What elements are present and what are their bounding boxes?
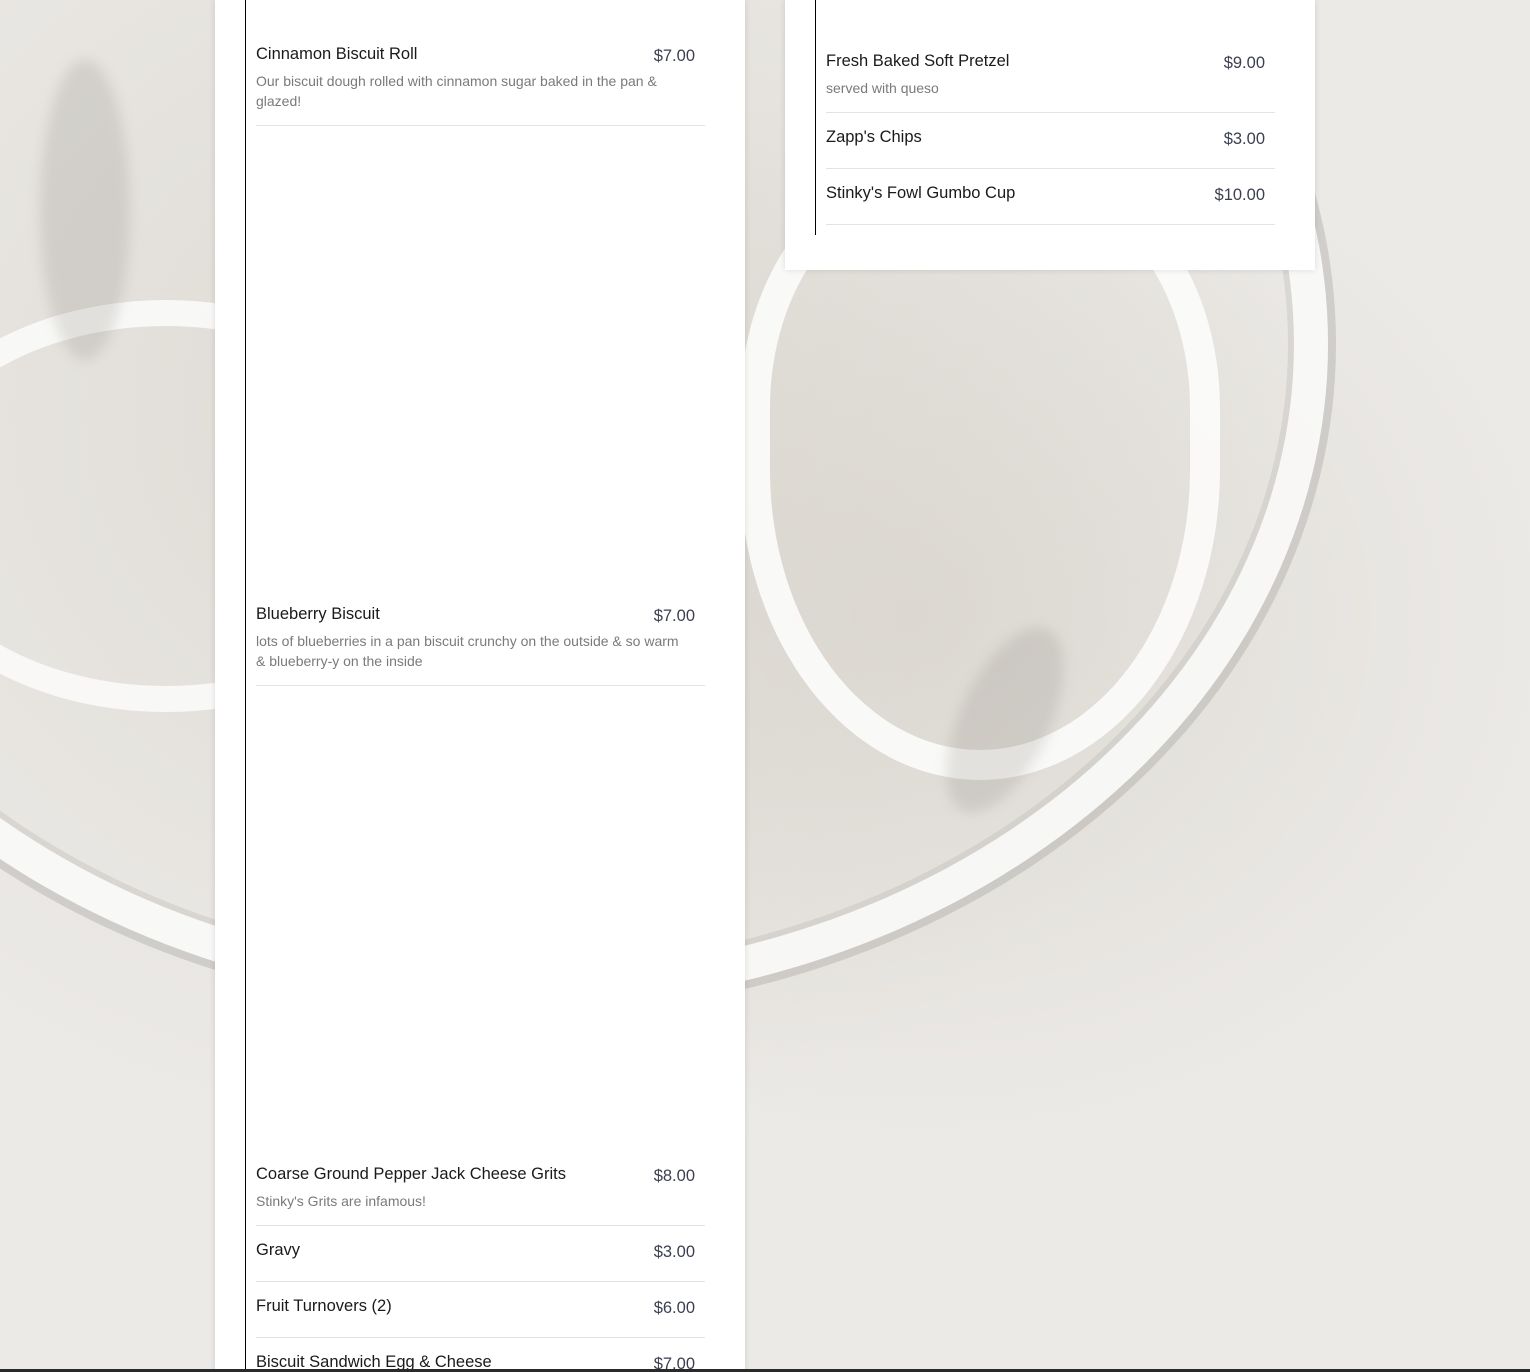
menu-item-price: $3.00: [1223, 130, 1265, 148]
menu-item[interactable]: Gravy $3.00: [256, 1241, 705, 1282]
menu-item-price: $3.00: [653, 1243, 695, 1261]
menu-item[interactable]: Coarse Ground Pepper Jack Cheese Grits $…: [256, 1165, 705, 1226]
menu-item-name: Fruit Turnovers (2): [256, 1297, 392, 1315]
menu-item[interactable]: Fresh Baked Soft Pretzel $9.00 served wi…: [826, 52, 1275, 113]
menu-item-name: Blueberry Biscuit: [256, 605, 380, 623]
menu-item-description: served with queso: [826, 80, 939, 96]
menu-item-price: $8.00: [653, 1167, 695, 1185]
menu-item-price: $9.00: [1223, 54, 1265, 72]
menu-item-price: $7.00: [653, 607, 695, 625]
menu-item[interactable]: Blueberry Biscuit $7.00 lots of blueberr…: [256, 605, 705, 686]
menu-item-name: Fresh Baked Soft Pretzel: [826, 52, 1010, 70]
menu-item[interactable]: Fruit Turnovers (2) $6.00: [256, 1297, 705, 1338]
background-smudge: [40, 60, 130, 360]
menu-item-price: $10.00: [1214, 186, 1265, 204]
menu-item-price: $7.00: [653, 47, 695, 65]
menu-item-price: $6.00: [653, 1299, 695, 1317]
menu-item-name: Zapp's Chips: [826, 128, 922, 146]
menu-item-name: Stinky's Fowl Gumbo Cup: [826, 184, 1016, 202]
menu-item-name: Coarse Ground Pepper Jack Cheese Grits: [256, 1165, 566, 1183]
menu-item-description: lots of blueberries in a pan biscuit cru…: [256, 633, 679, 669]
menu-item[interactable]: Zapp's Chips $3.00: [826, 128, 1275, 169]
menu-panel-left: Cinnamon Biscuit Roll $7.00 Our biscuit …: [215, 0, 745, 1372]
menu-panel-right: Fresh Baked Soft Pretzel $9.00 served wi…: [785, 0, 1315, 270]
menu-item-name: Cinnamon Biscuit Roll: [256, 45, 418, 63]
menu-item[interactable]: Cinnamon Biscuit Roll $7.00 Our biscuit …: [256, 45, 705, 126]
menu-item[interactable]: Stinky's Fowl Gumbo Cup $10.00: [826, 184, 1275, 225]
menu-item-description: Our biscuit dough rolled with cinnamon s…: [256, 73, 657, 109]
menu-item-name: Gravy: [256, 1241, 301, 1259]
menu-item-description: Stinky's Grits are infamous!: [256, 1193, 426, 1209]
panel-divider-line: [245, 0, 246, 1372]
panel-divider-line: [815, 0, 816, 235]
